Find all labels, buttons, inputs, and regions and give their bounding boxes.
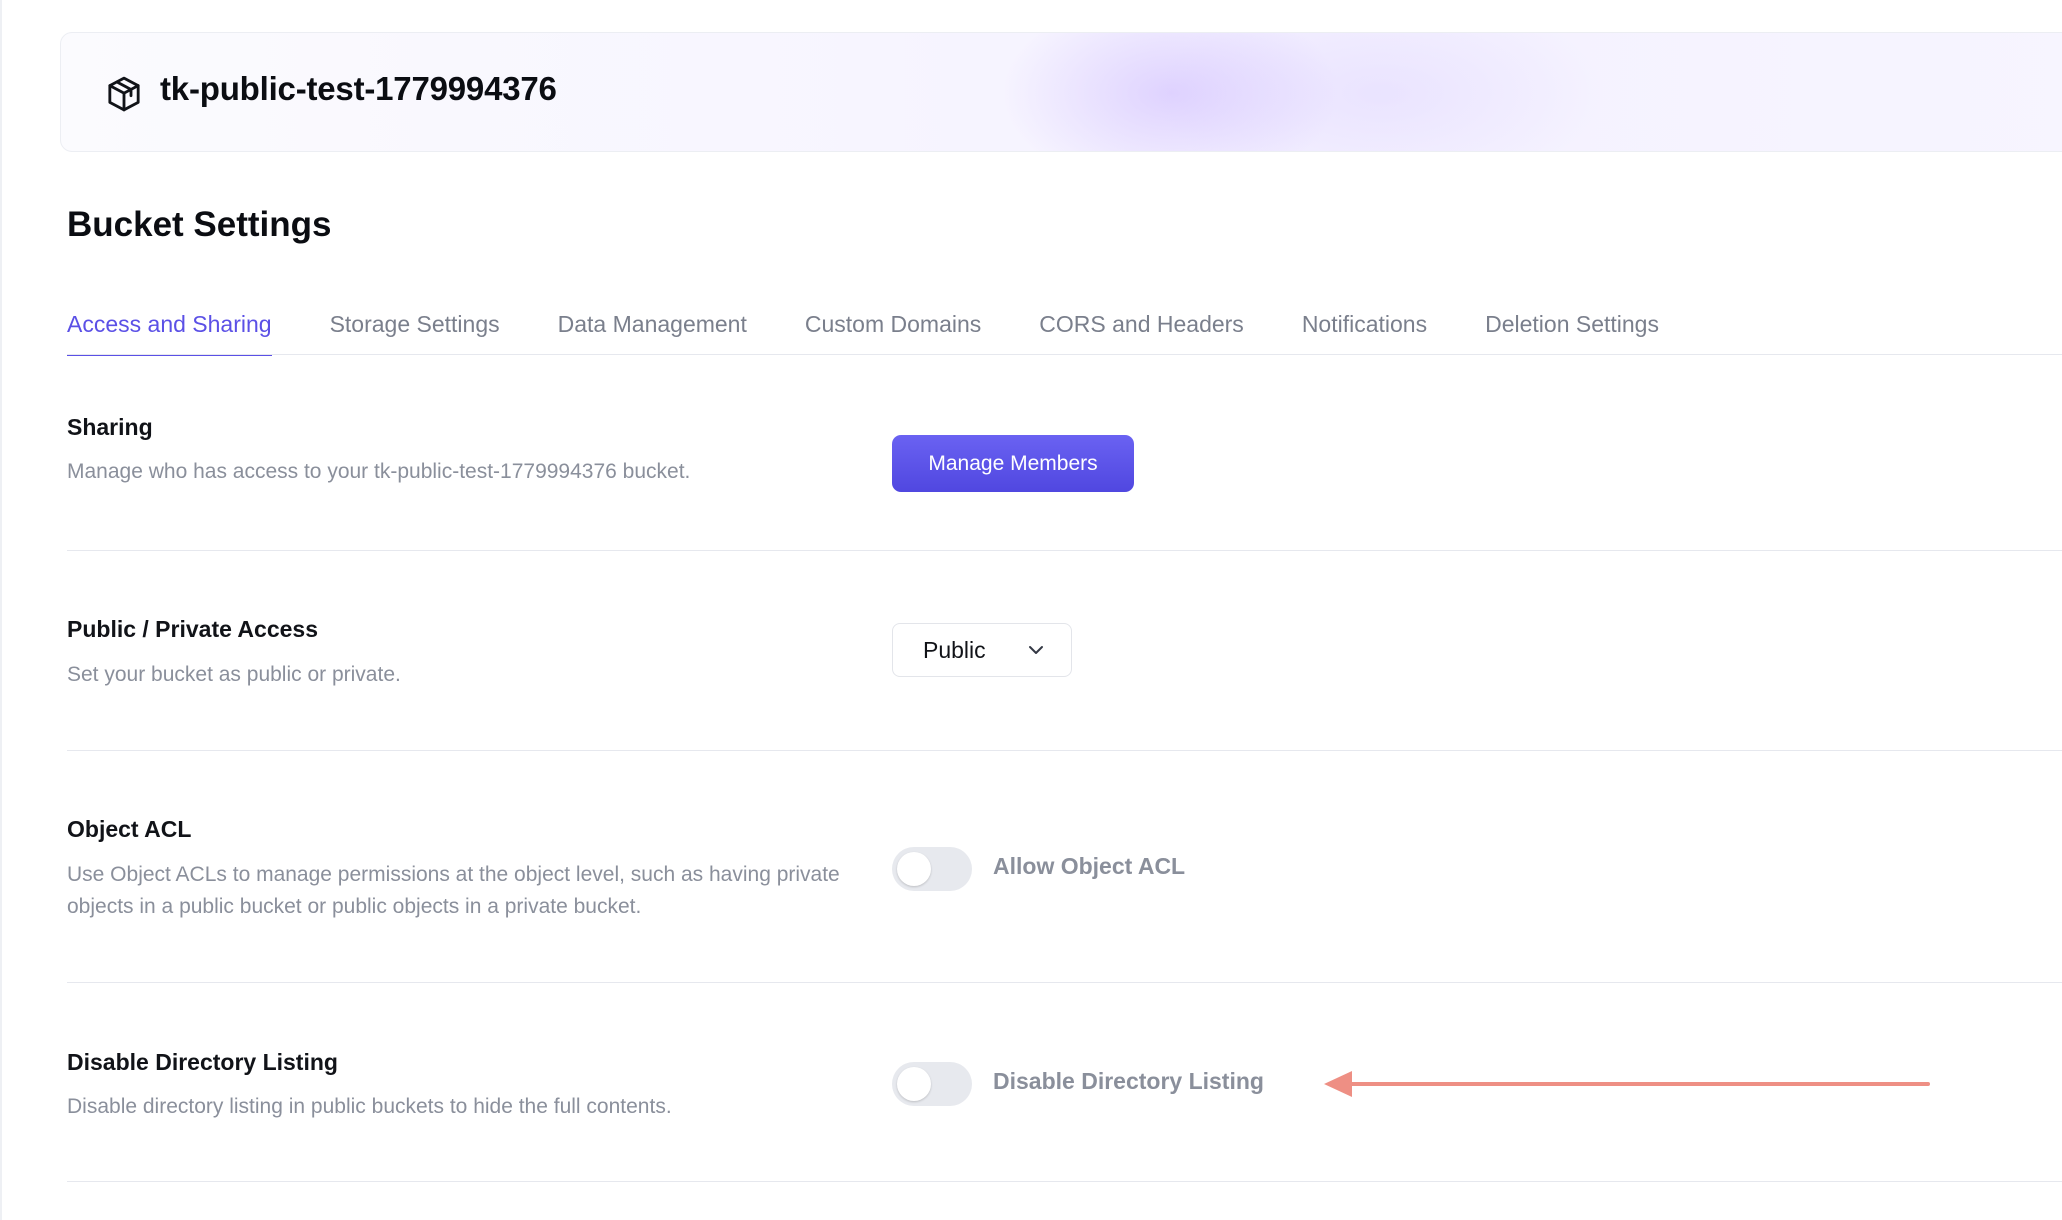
- section-divider: [67, 982, 2062, 983]
- sharing-title: Sharing: [67, 414, 153, 440]
- box-icon: [108, 76, 140, 112]
- tab-notifications[interactable]: Notifications: [1302, 300, 1427, 356]
- tabs-divider: [67, 354, 2062, 355]
- section-divider: [67, 550, 2062, 551]
- manage-members-button[interactable]: Manage Members: [892, 435, 1134, 492]
- settings-tabs: Access and Sharing Storage Settings Data…: [67, 300, 1659, 356]
- annotation-arrow-icon: [1324, 1071, 1930, 1097]
- directory-listing-description: Disable directory listing in public buck…: [67, 1095, 672, 1118]
- section-divider: [67, 750, 2062, 751]
- object-acl-toggle-label[interactable]: Allow Object ACL: [993, 853, 1185, 880]
- directory-listing-toggle[interactable]: [892, 1062, 972, 1106]
- page-title: Bucket Settings: [67, 205, 332, 244]
- chevron-down-icon: [1029, 646, 1043, 654]
- toggle-knob: [897, 852, 931, 886]
- tab-deletion-settings[interactable]: Deletion Settings: [1485, 300, 1659, 356]
- access-description: Set your bucket as public or private.: [67, 663, 401, 686]
- sidebar-divider: [0, 0, 2, 1220]
- access-select-value: Public: [923, 637, 986, 663]
- directory-listing-title: Disable Directory Listing: [67, 1049, 338, 1075]
- object-acl-description: Use Object ACLs to manage permissions at…: [67, 863, 840, 918]
- toggle-knob: [897, 1067, 931, 1101]
- tab-access-and-sharing[interactable]: Access and Sharing: [67, 300, 272, 356]
- tab-data-management[interactable]: Data Management: [558, 300, 747, 356]
- object-acl-toggle[interactable]: [892, 847, 972, 891]
- tab-cors-and-headers[interactable]: CORS and Headers: [1039, 300, 1244, 356]
- access-title: Public / Private Access: [67, 616, 319, 642]
- access-select[interactable]: Public: [892, 623, 1072, 677]
- directory-listing-toggle-label[interactable]: Disable Directory Listing: [993, 1068, 1264, 1095]
- sharing-description: Manage who has access to your tk-public-…: [67, 460, 691, 483]
- tab-custom-domains[interactable]: Custom Domains: [805, 300, 981, 356]
- tab-storage-settings[interactable]: Storage Settings: [330, 300, 500, 356]
- object-acl-title: Object ACL: [67, 816, 192, 842]
- bucket-name-title: tk-public-test-1779994376: [160, 70, 557, 107]
- section-divider: [67, 1181, 2062, 1182]
- bucket-settings-page: tk-public-test-1779994376 Bucket Setting…: [0, 0, 2062, 1220]
